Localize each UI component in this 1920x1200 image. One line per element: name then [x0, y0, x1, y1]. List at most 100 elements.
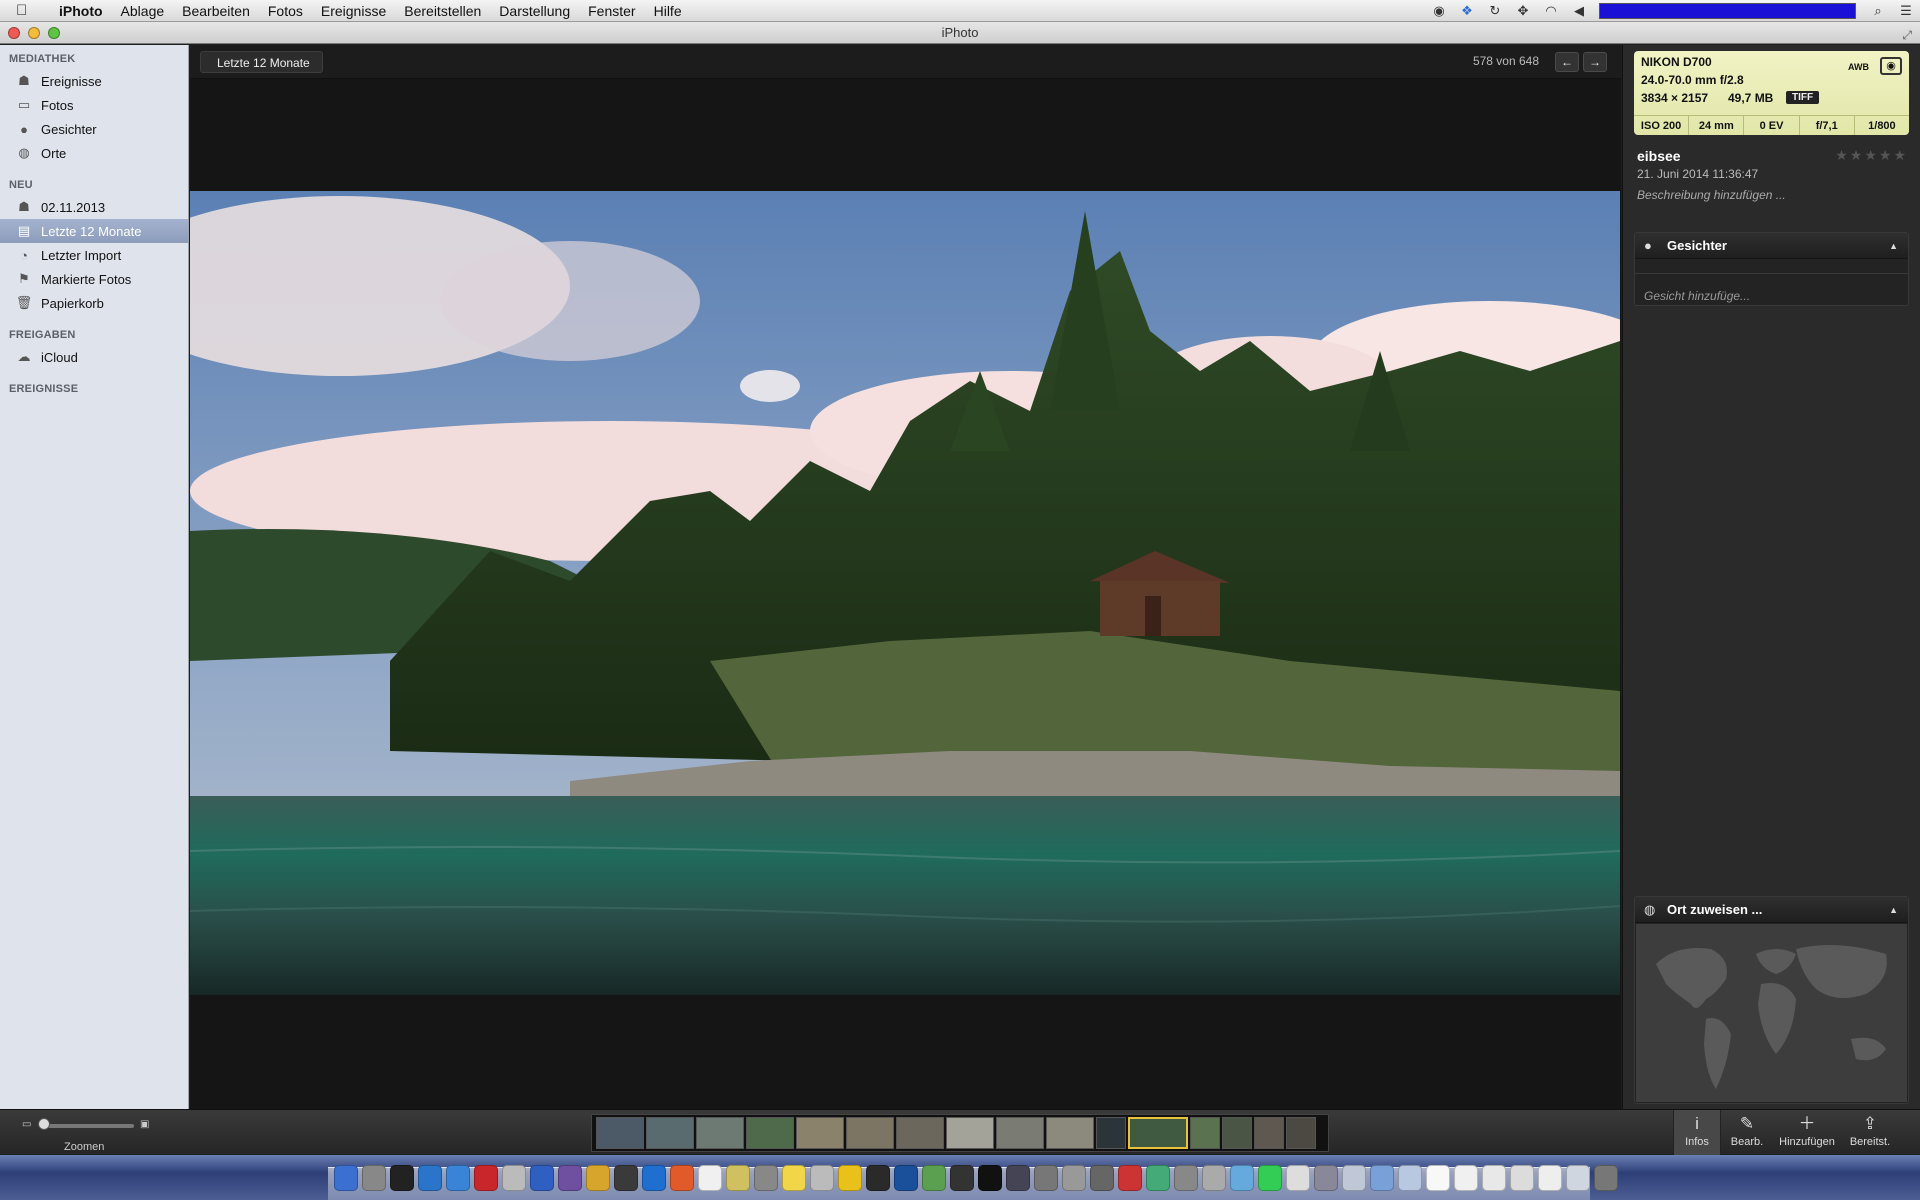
dock-app-icon[interactable] [1062, 1165, 1086, 1191]
sidebar-item-ereignisse[interactable]: ☗ Ereignisse [0, 69, 188, 93]
dock-app-icon[interactable] [530, 1165, 554, 1191]
dock-app-icon[interactable] [362, 1165, 386, 1191]
dock-app-icon[interactable] [1230, 1165, 1254, 1191]
dock-app-icon[interactable] [1370, 1165, 1394, 1191]
wifi-icon[interactable]: ◠ [1537, 3, 1565, 19]
thumbnail[interactable] [1046, 1117, 1094, 1149]
dock-app-icon[interactable] [1510, 1165, 1534, 1191]
sidebar-item-letzte-12-monate[interactable]: ▤ Letzte 12 Monate [0, 219, 188, 243]
sidebar-item-icloud[interactable]: ☁ iCloud [0, 345, 188, 369]
dock-app-icon[interactable] [502, 1165, 526, 1191]
menu-fenster[interactable]: Fenster [579, 0, 644, 22]
minimize-window-button[interactable] [28, 27, 40, 39]
thumbnail-selected[interactable] [1128, 1117, 1188, 1149]
thumbnail[interactable] [846, 1117, 894, 1149]
dock-app-icon[interactable] [726, 1165, 750, 1191]
apple-menu-icon[interactable]:  [16, 2, 38, 19]
thumbnail[interactable] [596, 1117, 644, 1149]
thumbnail[interactable] [746, 1117, 794, 1149]
menu-ablage[interactable]: Ablage [112, 0, 174, 22]
dock-app-icon[interactable] [1566, 1165, 1590, 1191]
dock-app-icon[interactable] [1398, 1165, 1422, 1191]
thumbnail[interactable] [996, 1117, 1044, 1149]
menu-fotos[interactable]: Fotos [259, 0, 312, 22]
menu-app-iphoto[interactable]: iPhoto [50, 0, 112, 22]
dock-app-icon[interactable] [1482, 1165, 1506, 1191]
dock-app-icon[interactable] [922, 1165, 946, 1191]
add-to-button[interactable]: ＋ Hinzufügen [1776, 1110, 1838, 1155]
dock-app-icon[interactable] [866, 1165, 890, 1191]
sidebar-item-event-2013[interactable]: ☗ 02.11.2013 [0, 195, 188, 219]
thumbnail-strip[interactable] [591, 1114, 1329, 1152]
next-photo-button[interactable]: → [1583, 52, 1607, 72]
rating-stars[interactable]: ★★★★★ [1835, 147, 1908, 164]
info-button[interactable]: i Infos [1673, 1110, 1721, 1155]
zoom-slider-knob[interactable] [38, 1118, 50, 1130]
menu-bearbeiten[interactable]: Bearbeiten [173, 0, 259, 22]
menu-ereignisse[interactable]: Ereignisse [312, 0, 395, 22]
thumbnail[interactable] [696, 1117, 744, 1149]
dock-app-icon[interactable] [642, 1165, 666, 1191]
status-bar-widget[interactable] [1599, 3, 1856, 19]
place-panel-header[interactable]: ◍ Ort zuweisen ... ▲ [1635, 897, 1908, 923]
dock-app-icon[interactable] [390, 1165, 414, 1191]
dock-app-icon[interactable] [446, 1165, 470, 1191]
dock-app-icon[interactable] [1454, 1165, 1478, 1191]
dock-app-icon[interactable] [838, 1165, 862, 1191]
dock-app-icon[interactable] [894, 1165, 918, 1191]
thumbnail[interactable] [1286, 1117, 1316, 1149]
sidebar-item-letzter-import[interactable]: ◔ Letzter Import [0, 243, 188, 267]
thumbnail[interactable] [796, 1117, 844, 1149]
dock-app-icon[interactable] [586, 1165, 610, 1191]
dock-app-icon[interactable] [1118, 1165, 1142, 1191]
zoom-slider-track[interactable] [42, 1124, 134, 1128]
dock-app-icon[interactable] [1258, 1165, 1282, 1191]
dock-app-icon[interactable] [782, 1165, 806, 1191]
thumbnail[interactable] [896, 1117, 944, 1149]
sidebar-item-orte[interactable]: ◍ Orte [0, 141, 188, 165]
menu-darstellung[interactable]: Darstellung [490, 0, 579, 22]
dock-app-icon[interactable] [614, 1165, 638, 1191]
dock-app-icon[interactable] [1314, 1165, 1338, 1191]
dock-app-icon[interactable] [1538, 1165, 1562, 1191]
previous-photo-button[interactable]: ← [1555, 52, 1579, 72]
dock-app-icon[interactable] [1006, 1165, 1030, 1191]
thumbnail[interactable] [1254, 1117, 1284, 1149]
description-field[interactable]: Beschreibung hinzufügen ... [1637, 188, 1786, 202]
record-icon[interactable]: ◉ [1425, 3, 1453, 19]
time-machine-icon[interactable]: ↻ [1481, 3, 1509, 19]
notification-list-icon[interactable]: ☰ [1892, 3, 1920, 19]
dock-app-icon[interactable] [1034, 1165, 1058, 1191]
dock-app-icon[interactable] [1594, 1165, 1618, 1191]
thumbnail[interactable] [646, 1117, 694, 1149]
collapse-arrow-icon[interactable]: ▲ [1889, 897, 1898, 923]
dock-app-icon[interactable] [810, 1165, 834, 1191]
share-button[interactable]: ⇪ Bereitst. [1844, 1110, 1896, 1155]
menu-bereitstellen[interactable]: Bereitstellen [395, 0, 490, 22]
dock-app-icon[interactable] [670, 1165, 694, 1191]
sidebar-item-papierkorb[interactable]: 🗑 Papierkorb [0, 291, 188, 315]
dock-app-icon[interactable] [418, 1165, 442, 1191]
thumbnail[interactable] [946, 1117, 994, 1149]
volume-icon[interactable]: ◀ [1565, 3, 1593, 19]
breadcrumb-album[interactable]: Letzte 12 Monate [200, 51, 323, 73]
edit-button[interactable]: ✎ Bearb. [1723, 1110, 1771, 1155]
world-map[interactable] [1636, 924, 1907, 1102]
dock-app-icon[interactable] [474, 1165, 498, 1191]
spotlight-search-icon[interactable]: ⌕ [1864, 3, 1892, 19]
menu-hilfe[interactable]: Hilfe [645, 0, 691, 22]
dock-app-icon[interactable] [1342, 1165, 1366, 1191]
fullscreen-icon[interactable]: ⤢ [1902, 24, 1912, 46]
dock-app-icon[interactable] [1426, 1165, 1450, 1191]
dock-app-icon[interactable] [1090, 1165, 1114, 1191]
dock-app-icon[interactable] [1286, 1165, 1310, 1191]
sidebar-item-markierte-fotos[interactable]: ⚑ Markierte Fotos [0, 267, 188, 291]
dock-app-icon[interactable] [1202, 1165, 1226, 1191]
sidebar-item-fotos[interactable]: ▭ Fotos [0, 93, 188, 117]
thumbnail[interactable] [1190, 1117, 1220, 1149]
move-icon[interactable]: ✥ [1509, 3, 1537, 19]
faces-panel-header[interactable]: ● Gesichter ▲ [1635, 233, 1908, 259]
dock-app-icon[interactable] [558, 1165, 582, 1191]
dock-app-icon[interactable] [754, 1165, 778, 1191]
sidebar-item-gesichter[interactable]: ● Gesichter [0, 117, 188, 141]
